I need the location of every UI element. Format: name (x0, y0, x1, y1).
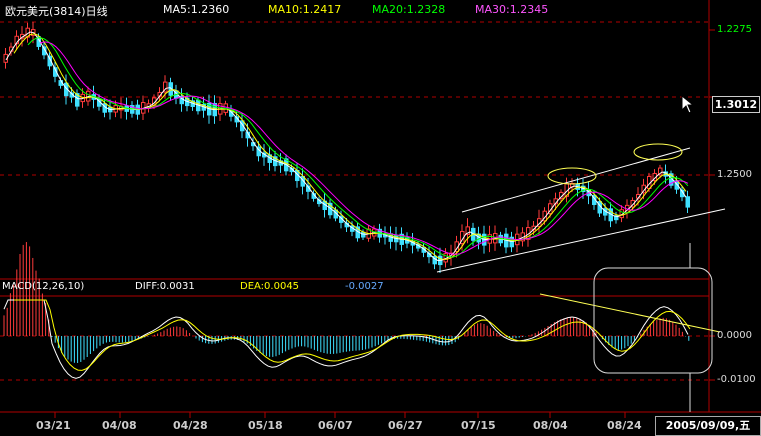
date-label: 04/28 (173, 419, 208, 432)
date-label: 04/08 (102, 419, 137, 432)
date-label: 03/21 (36, 419, 71, 432)
time-ticks (54, 412, 626, 418)
date-label: 06/07 (318, 419, 353, 432)
price-axis-top: 1.2275 (717, 24, 752, 35)
ma10-label: MA10:1.2417 (268, 3, 342, 16)
ma5-label: MA5:1.2360 (163, 3, 230, 16)
macd-dea-label: DEA:0.0045 (240, 281, 300, 292)
chart-title: 欧元美元(3814)日线 (5, 5, 108, 18)
date-label: 06/27 (388, 419, 423, 432)
candlestick-series (3, 21, 690, 274)
ma30-label: MA30:1.2345 (475, 3, 549, 16)
highlight-box (593, 267, 713, 374)
macd-diff-label: DIFF:0.0031 (135, 281, 195, 292)
price-axis-mid: 1.2500 (717, 169, 752, 180)
chart-canvas[interactable] (0, 0, 761, 436)
macd-value-label: -0.0027 (345, 281, 384, 292)
macd-axis-zero: 0.0000 (717, 330, 752, 341)
macd-title: MACD(12,26,10) (2, 281, 85, 292)
date-label: 08/24 (607, 419, 642, 432)
ma-line-4 (39, 41, 689, 255)
date-label: 05/18 (248, 419, 283, 432)
current-price-box: 1.3012 (712, 96, 760, 113)
macd-histogram (3, 242, 690, 363)
candle (685, 196, 690, 208)
mouse-cursor-icon (681, 95, 695, 114)
date-label: 08/04 (533, 419, 568, 432)
date-label: 07/15 (461, 419, 496, 432)
macd-axis-low: -0.0100 (717, 374, 756, 385)
current-date-box: 2005/09/09,五 (655, 416, 761, 436)
ma20-label: MA20:1.2328 (372, 3, 446, 16)
